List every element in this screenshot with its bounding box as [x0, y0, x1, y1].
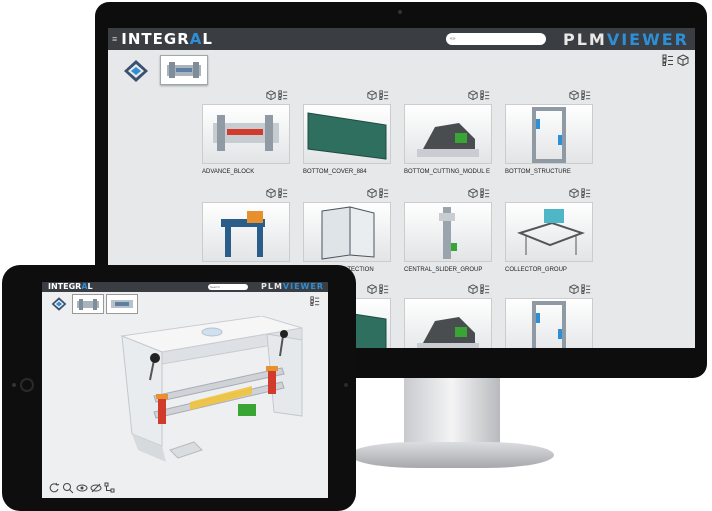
- assembly-thumbnail[interactable]: [202, 202, 290, 262]
- list-icon[interactable]: [581, 188, 591, 198]
- assembly-thumbnail[interactable]: [505, 202, 593, 262]
- tablet-screen: INTEGRAL Search PLMVIEWER: [42, 282, 328, 498]
- tablet-plmviewer-brand: PLMVIEWER: [260, 282, 324, 291]
- card-actions: [505, 284, 593, 298]
- assembly-label: BOTTOM_COVER_884: [303, 169, 367, 175]
- card-actions: [303, 188, 391, 202]
- list-icon[interactable]: [480, 284, 490, 294]
- list-icon[interactable]: [379, 90, 389, 100]
- card-actions: [505, 90, 593, 104]
- cube-icon[interactable]: [468, 284, 478, 294]
- card-actions: [404, 90, 492, 104]
- assembly-thumbnail[interactable]: [404, 298, 492, 348]
- assembly-thumbnail[interactable]: [303, 104, 391, 164]
- cube-icon[interactable]: [569, 188, 579, 198]
- list-icon[interactable]: [278, 90, 288, 100]
- list-icon[interactable]: [278, 188, 288, 198]
- hamburger-icon[interactable]: ≡: [112, 34, 117, 44]
- app-logo-icon[interactable]: [122, 58, 150, 84]
- assembly-label: BOTTOM_STRUCTURE: [505, 169, 571, 175]
- selected-assembly-thumbnail[interactable]: [160, 55, 208, 85]
- assembly-card[interactable]: CENTRAL_PROTECTION: [303, 188, 391, 274]
- list-view-icon[interactable]: [662, 54, 674, 66]
- list-icon[interactable]: [480, 188, 490, 198]
- cube-icon[interactable]: [569, 90, 579, 100]
- tablet-sensor: [344, 383, 348, 387]
- cube-icon[interactable]: [266, 188, 276, 198]
- webcam: [398, 10, 402, 14]
- tablet-breadcrumb-thumb-1[interactable]: [72, 294, 104, 314]
- assembly-card[interactable]: COLLECTOR_GROUP: [505, 188, 593, 274]
- tablet-integral-logo: INTEGRAL: [48, 282, 93, 291]
- assembly-thumbnail[interactable]: [303, 202, 391, 262]
- viewer-toolbar: [48, 482, 116, 494]
- rotate-icon[interactable]: [48, 482, 60, 494]
- card-actions: [505, 188, 593, 202]
- tablet-breadcrumb-thumb-2[interactable]: [106, 294, 138, 314]
- view-toggle-group: [662, 54, 689, 66]
- list-icon[interactable]: [379, 284, 389, 294]
- list-icon[interactable]: [480, 90, 490, 100]
- integral-logo: INTEGRAL: [121, 30, 213, 48]
- 3d-model-viewport[interactable]: [62, 316, 312, 476]
- tablet-device: INTEGRAL Search PLMVIEWER: [2, 265, 356, 511]
- assembly-card[interactable]: [505, 284, 593, 348]
- tablet-home-button: [20, 378, 34, 392]
- assembly-card[interactable]: ADVANCE_BLOCK: [202, 90, 290, 176]
- assembly-card[interactable]: CENTRAL_SLIDER_GROUP: [404, 188, 492, 274]
- assembly-thumbnail[interactable]: [202, 104, 290, 164]
- assembly-card[interactable]: BOTTOM_STRUCTURE_1P: [202, 188, 290, 274]
- hide-icon[interactable]: [90, 482, 102, 494]
- list-icon[interactable]: [581, 284, 591, 294]
- card-actions: [202, 188, 290, 202]
- cube-icon[interactable]: [367, 284, 377, 294]
- assembly-thumbnail[interactable]: [505, 104, 593, 164]
- zoom-icon[interactable]: [62, 482, 74, 494]
- plmviewer-brand: PLMVIEWER: [562, 30, 689, 49]
- list-icon[interactable]: [379, 188, 389, 198]
- assembly-label: BOTTOM_CUTTING_MODUL E: [404, 169, 491, 175]
- assembly-card[interactable]: [404, 284, 492, 348]
- assembly-label: ADVANCE_BLOCK: [202, 169, 255, 175]
- search-input[interactable]: «»: [446, 33, 546, 45]
- view-icon[interactable]: [76, 482, 88, 494]
- cube-icon[interactable]: [367, 188, 377, 198]
- breadcrumb-bar: [108, 50, 695, 90]
- cube-icon[interactable]: [266, 90, 276, 100]
- cube-view-icon[interactable]: [677, 54, 689, 66]
- card-actions: [404, 284, 492, 298]
- card-actions: [404, 188, 492, 202]
- assembly-thumbnail[interactable]: [505, 298, 593, 348]
- monitor-stand: [350, 442, 554, 468]
- cube-icon[interactable]: [367, 90, 377, 100]
- assembly-card[interactable]: BOTTOM_STRUCTURE: [505, 90, 593, 176]
- assembly-label: COLLECTOR_GROUP: [505, 267, 567, 273]
- tablet-topbar: INTEGRAL Search PLMVIEWER: [42, 282, 328, 292]
- tablet-search-input[interactable]: Search: [208, 284, 248, 290]
- list-icon[interactable]: [581, 90, 591, 100]
- cube-icon[interactable]: [569, 284, 579, 294]
- assembly-thumbnail[interactable]: [404, 202, 492, 262]
- card-actions: [202, 90, 290, 104]
- cube-icon[interactable]: [468, 90, 478, 100]
- monitor-neck: [404, 378, 500, 444]
- card-actions: [303, 90, 391, 104]
- desktop-topbar: ≡ INTEGRAL «» PLMVIEWER: [108, 28, 695, 50]
- cube-icon[interactable]: [468, 188, 478, 198]
- assembly-label: CENTRAL_SLIDER_GROUP: [404, 267, 483, 273]
- assembly-card[interactable]: BOTTOM_CUTTING_MODUL E: [404, 90, 492, 176]
- tablet-camera: [12, 383, 16, 387]
- assembly-thumbnail[interactable]: [404, 104, 492, 164]
- tablet-app-logo-icon[interactable]: [50, 296, 68, 312]
- tree-icon[interactable]: [104, 482, 116, 494]
- assembly-card[interactable]: BOTTOM_COVER_884: [303, 90, 391, 176]
- tablet-list-view-icon[interactable]: [310, 296, 320, 306]
